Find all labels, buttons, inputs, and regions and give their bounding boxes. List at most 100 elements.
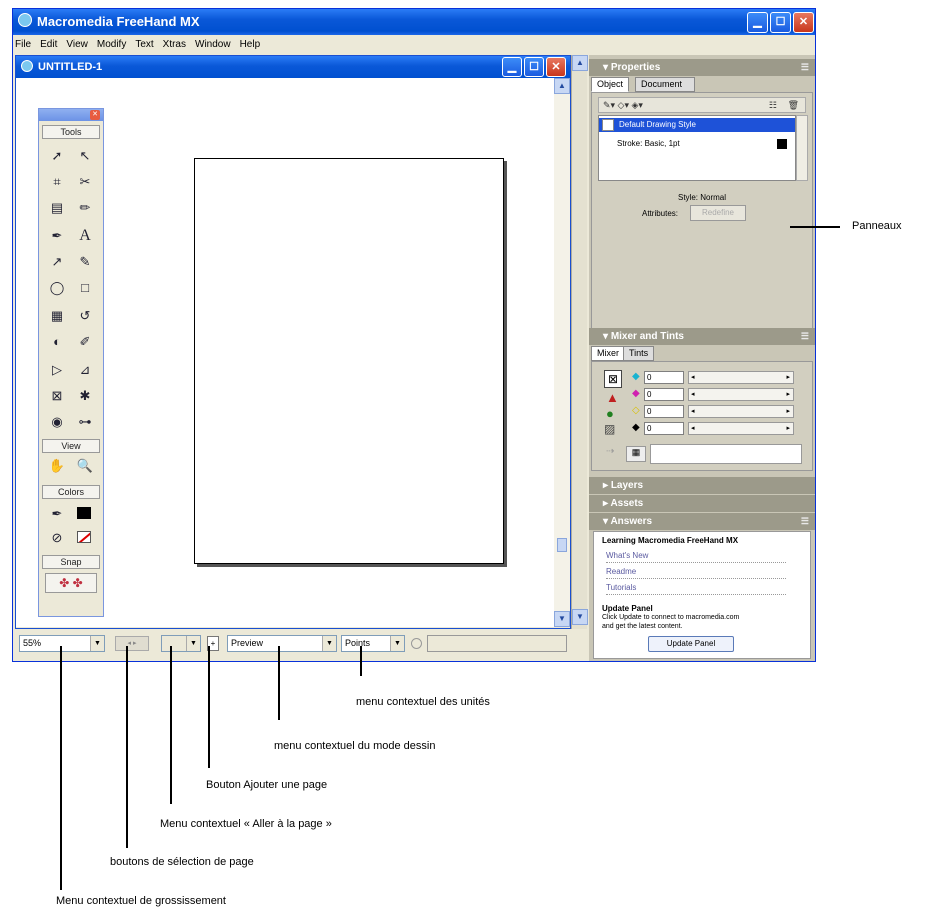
freeform-tool-icon[interactable]: ⊿ — [73, 359, 97, 381]
redefine-button[interactable]: Redefine — [690, 205, 746, 221]
tools-panel-titlebar[interactable]: ✕ — [39, 109, 103, 121]
swatch-grid-icon[interactable]: ▦ — [626, 446, 646, 462]
scroll-thumb[interactable] — [557, 538, 567, 552]
menu-file[interactable]: File — [15, 39, 31, 50]
document-page[interactable] — [194, 158, 504, 564]
menu-xtras[interactable]: Xtras — [163, 39, 186, 50]
scroll-down-arrow[interactable]: ▼ — [554, 611, 570, 627]
ellipse-tool-icon[interactable]: ◯ — [45, 277, 69, 299]
styles-icon[interactable]: ☷ — [769, 98, 777, 112]
color-preview-well — [650, 444, 802, 464]
doc-minimize-button[interactable]: ▁ — [502, 57, 522, 77]
properties-panel-header[interactable]: ▾ Properties ☰ — [589, 59, 815, 76]
layers-panel-header[interactable]: ▸ Layers — [589, 477, 815, 494]
tab-document[interactable]: Document — [635, 77, 695, 92]
maximize-button[interactable]: ☐ — [770, 12, 791, 33]
document-vertical-scrollbar[interactable]: ▲ ▼ — [554, 78, 570, 627]
fill-color-icon[interactable]: ⊘ — [45, 527, 69, 549]
text-tool-icon[interactable]: A — [73, 225, 97, 247]
black-diamond-icon: ◆ — [632, 422, 640, 433]
perspective-tool-icon[interactable]: ▷ — [45, 359, 69, 381]
menu-edit[interactable]: Edit — [40, 39, 57, 50]
tab-tints[interactable]: Tints — [623, 346, 655, 361]
menu-window[interactable]: Window — [195, 39, 231, 50]
doc-maximize-button[interactable]: ☐ — [524, 57, 544, 77]
cyan-slider[interactable]: ◂ ▸ — [688, 371, 794, 384]
stroke-color-icon[interactable]: ✒ — [45, 503, 69, 525]
system-color-icon[interactable]: ▨ — [604, 422, 622, 438]
page-select-buttons[interactable]: ◂ ▸ — [115, 636, 149, 651]
menu-modify[interactable]: Modify — [97, 39, 126, 50]
black-value-field[interactable]: 0 — [644, 422, 684, 435]
scale-tool-icon[interactable]: ▦ — [45, 305, 69, 327]
link-tutorials[interactable]: Tutorials — [606, 582, 786, 595]
list-item-stroke[interactable]: Stroke: Basic, 1pt — [617, 138, 787, 150]
callout-page-select: boutons de sélection de page — [110, 856, 254, 868]
eyedropper-tool-icon[interactable]: ✏ — [73, 197, 97, 219]
tab-mixer[interactable]: Mixer — [591, 346, 625, 361]
pointer-tool-icon[interactable]: ➚ — [45, 145, 69, 167]
draw-mode-combo[interactable]: Preview ▼ — [227, 635, 337, 652]
page-tool-icon[interactable]: ⌗ — [45, 171, 69, 193]
minimize-button[interactable]: ▁ — [747, 12, 768, 33]
spiral-tool-icon[interactable]: ◉ — [45, 411, 69, 433]
tab-object[interactable]: Object — [591, 77, 630, 92]
goto-page-combo[interactable]: ▼ — [161, 635, 201, 652]
drawing-canvas[interactable]: ✕ Tools ➚ ↖ ⌗ ✂ ▤ ✏ ✒ A ↗ ✎ ◯ □ ▦ ↺ ◐ ✐ … — [16, 78, 554, 627]
dock-scroll-up-arrow[interactable]: ▲ — [572, 55, 588, 71]
trash-icon[interactable]: 🗑 — [788, 98, 799, 112]
add-to-swatches-icon[interactable]: ⇢ — [606, 446, 624, 462]
update-panel-button[interactable]: Update Panel — [648, 636, 734, 652]
units-combo[interactable]: Points ▼ — [341, 635, 405, 652]
dock-scroll-down-arrow[interactable]: ▼ — [572, 609, 588, 625]
menu-help[interactable]: Help — [240, 39, 261, 50]
zoom-combo[interactable]: 55% ▼ — [19, 635, 105, 652]
zoom-tool-icon[interactable]: 🔍 — [73, 455, 97, 477]
yellow-value-field[interactable]: 0 — [644, 405, 684, 418]
fill-color-swatch[interactable] — [77, 531, 91, 543]
stroke-color-swatch[interactable] — [77, 507, 91, 519]
magenta-slider[interactable]: ◂ ▸ — [688, 388, 794, 401]
panel-options-icon[interactable]: ☰ — [801, 59, 809, 76]
rotate-tool-icon[interactable]: ↺ — [73, 305, 97, 327]
hand-tool-icon[interactable]: ✋ — [45, 455, 69, 477]
mixer-panel-header[interactable]: ▾ Mixer and Tints ☰ — [589, 328, 815, 345]
rgb-mode-icon[interactable]: ▲ — [606, 390, 622, 406]
snap-buttons[interactable]: ✤ ✤ — [45, 573, 97, 593]
list-item-drawing-style[interactable]: Default Drawing Style — [599, 118, 795, 132]
hls-mode-icon[interactable]: ● — [606, 406, 622, 422]
app-titlebar: Macromedia FreeHand MX ▁ ☐ ✕ — [13, 9, 815, 35]
graphic-hose-tool-icon[interactable]: ✱ — [73, 385, 97, 407]
menu-view[interactable]: View — [66, 39, 88, 50]
answers-panel-header[interactable]: ▾ Answers ☰ — [589, 513, 815, 530]
pen-tool-icon[interactable]: ✒ — [45, 225, 69, 247]
lasso-tool-icon[interactable]: ✂ — [73, 171, 97, 193]
trace-tool-icon[interactable]: ▤ — [45, 197, 69, 219]
magenta-value-field[interactable]: 0 — [644, 388, 684, 401]
line-tool-icon[interactable]: ↗ — [45, 251, 69, 273]
scroll-up-arrow[interactable]: ▲ — [554, 78, 570, 94]
link-whats-new[interactable]: What's New — [606, 550, 786, 563]
panel-options-icon[interactable]: ☰ — [801, 328, 809, 345]
tools-close-icon[interactable]: ✕ — [90, 110, 100, 120]
rectangle-tool-icon[interactable]: □ — [73, 277, 97, 299]
panel-options-icon[interactable]: ☰ — [801, 513, 809, 530]
panel-dock-scrollbar[interactable]: ▲ ▼ — [571, 55, 588, 629]
cmyk-mode-icon[interactable]: ⊠ — [604, 370, 622, 388]
menu-text[interactable]: Text — [135, 39, 153, 50]
assets-panel-header[interactable]: ▸ Assets — [589, 495, 815, 512]
pencil-tool-icon[interactable]: ✎ — [73, 251, 97, 273]
yellow-slider[interactable]: ◂ ▸ — [688, 405, 794, 418]
black-slider[interactable]: ◂ ▸ — [688, 422, 794, 435]
close-button[interactable]: ✕ — [793, 12, 814, 33]
doc-close-button[interactable]: ✕ — [546, 57, 566, 77]
bitmap-tool-icon[interactable]: ⊠ — [45, 385, 69, 407]
properties-list-scrollbar[interactable] — [796, 115, 808, 181]
subselect-tool-icon[interactable]: ↖ — [73, 145, 97, 167]
connector-tool-icon[interactable]: ⊶ — [73, 411, 97, 433]
eraser-tool-icon[interactable]: ◐ — [45, 331, 69, 353]
callout-line-add-page — [208, 646, 210, 768]
knife-tool-icon[interactable]: ✐ — [73, 331, 97, 353]
cyan-value-field[interactable]: 0 — [644, 371, 684, 384]
link-readme[interactable]: Readme — [606, 566, 786, 579]
